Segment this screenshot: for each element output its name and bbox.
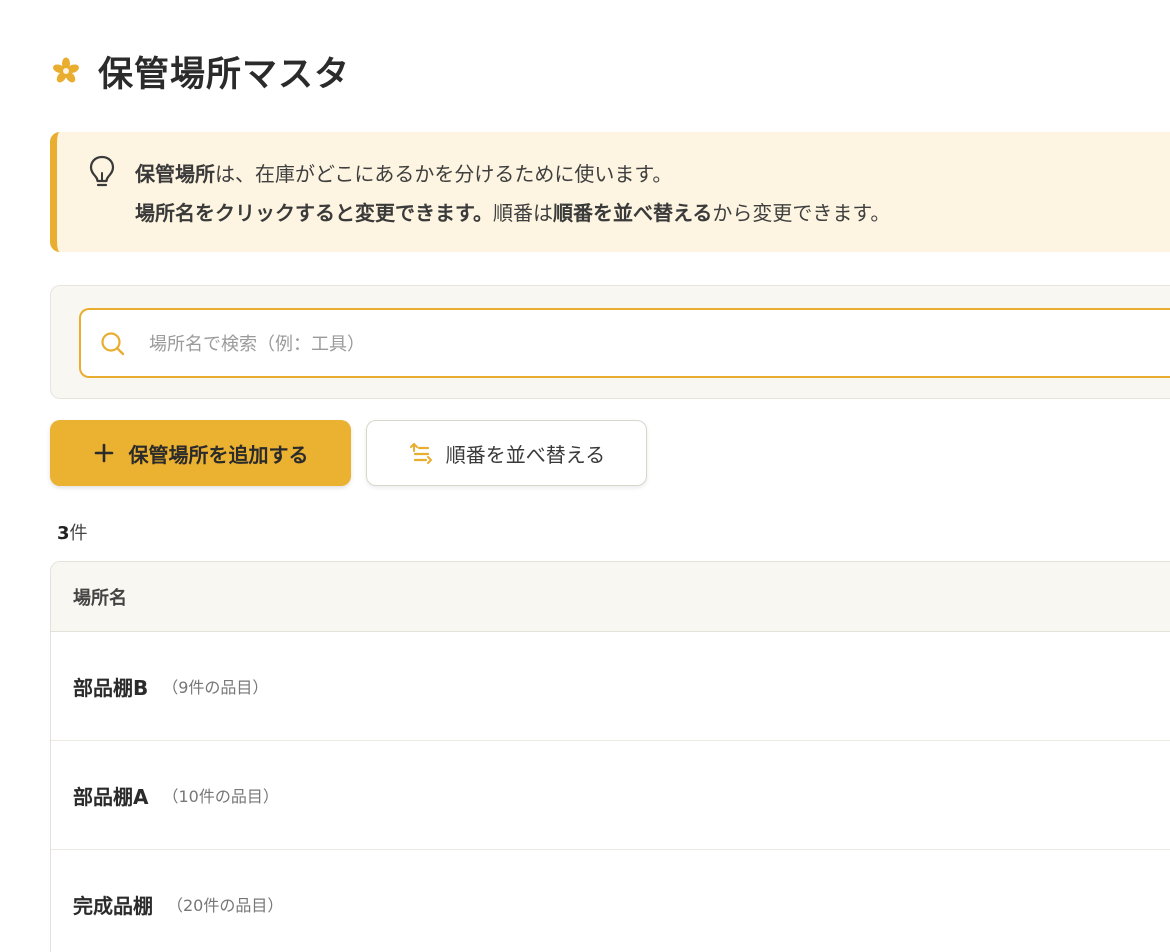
storage-item-count: （9件の品目） bbox=[162, 678, 269, 697]
callout-strong-click: 場所名をクリックすると変更できます。 bbox=[135, 201, 493, 225]
storage-name-link[interactable]: 完成品棚 bbox=[73, 890, 153, 919]
search-panel bbox=[50, 285, 1170, 399]
reorder-button[interactable]: 順番を並べ替える bbox=[366, 420, 647, 486]
add-storage-button[interactable]: 保管場所を追加する bbox=[50, 420, 351, 486]
callout-line-1: 保管場所は、在庫がどこにあるかを分けるために使います。 bbox=[135, 158, 672, 187]
storage-table: 場所名 部品棚B （9件の品目） 部品棚A （10件の品目） 完成品棚 （20件… bbox=[50, 561, 1170, 952]
storage-item-count: （10件の品目） bbox=[162, 787, 279, 806]
table-header: 場所名 bbox=[51, 562, 1170, 632]
plus-icon bbox=[93, 442, 115, 464]
page: 保管場所マスタ 保管場所は、在庫がどこにあるかを分けるために使います。 場所名を… bbox=[0, 0, 1170, 952]
storage-name-link[interactable]: 部品棚B bbox=[73, 672, 148, 701]
add-storage-label: 保管場所を追加する bbox=[128, 442, 309, 467]
info-callout: 保管場所は、在庫がどこにあるかを分けるために使います。 場所名をクリックすると変… bbox=[50, 132, 1170, 252]
callout-line-2: 場所名をクリックすると変更できます。順番は順番を並べ替えるから変更できます。 bbox=[135, 197, 890, 226]
callout-strong-sort: 順番を並べ替える bbox=[553, 201, 713, 225]
sort-list-icon bbox=[408, 440, 434, 466]
column-header-name: 場所名 bbox=[73, 587, 127, 609]
search-icon bbox=[99, 330, 127, 358]
callout-text-2b: から変更できます。 bbox=[712, 201, 891, 225]
table-row[interactable]: 完成品棚 （20件の品目） bbox=[51, 850, 1170, 952]
flower-icon bbox=[50, 55, 82, 87]
storage-item-count: （20件の品目） bbox=[167, 896, 284, 915]
page-title: 保管場所マスタ bbox=[98, 54, 351, 95]
storage-name-link[interactable]: 部品棚A bbox=[73, 781, 148, 810]
table-row[interactable]: 部品棚A （10件の品目） bbox=[51, 741, 1170, 850]
search-box[interactable] bbox=[79, 308, 1170, 378]
result-count-unit: 件 bbox=[69, 523, 88, 544]
callout-text-1: は、在庫がどこにあるかを分けるために使います。 bbox=[215, 162, 673, 186]
callout-strong-storage: 保管場所 bbox=[135, 162, 215, 186]
callout-text-2a: 順番は bbox=[493, 201, 553, 225]
result-count-number: 3 bbox=[57, 523, 70, 544]
reorder-label: 順番を並べ替える bbox=[445, 442, 606, 467]
table-row[interactable]: 部品棚B （9件の品目） bbox=[51, 632, 1170, 741]
page-header: 保管場所マスタ bbox=[50, 48, 351, 95]
search-input[interactable] bbox=[147, 322, 1051, 366]
result-count: 3件 bbox=[57, 519, 88, 545]
lightbulb-icon bbox=[87, 154, 117, 190]
